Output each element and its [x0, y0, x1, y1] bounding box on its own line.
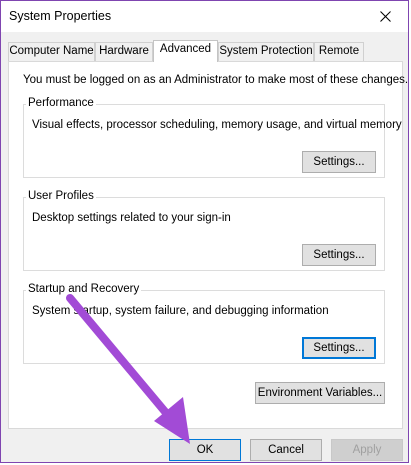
- cancel-button[interactable]: Cancel: [250, 439, 322, 461]
- user-profiles-group: User Profiles Desktop settings related t…: [23, 190, 385, 271]
- system-properties-window: System Properties Computer Name Hardware…: [0, 0, 409, 463]
- advanced-tab-panel: You must be logged on as an Administrato…: [8, 61, 408, 429]
- environment-variables-button[interactable]: Environment Variables...: [255, 382, 385, 404]
- tab-system-protection[interactable]: System Protection: [218, 42, 314, 61]
- tab-advanced[interactable]: Advanced: [153, 40, 218, 62]
- performance-settings-button[interactable]: Settings...: [302, 151, 376, 173]
- tab-hardware[interactable]: Hardware: [95, 42, 153, 61]
- startup-recovery-description: System startup, system failure, and debu…: [32, 305, 329, 317]
- performance-description: Visual effects, processor scheduling, me…: [32, 119, 402, 131]
- user-profiles-group-title: User Profiles: [26, 190, 96, 202]
- ok-button[interactable]: OK: [169, 439, 241, 461]
- tab-computer-name[interactable]: Computer Name: [8, 42, 95, 61]
- close-button[interactable]: [362, 1, 408, 32]
- startup-recovery-group-title: Startup and Recovery: [26, 283, 142, 295]
- startup-recovery-group: Startup and Recovery System startup, sys…: [23, 283, 385, 364]
- title-bar: System Properties: [1, 1, 408, 32]
- startup-recovery-settings-button[interactable]: Settings...: [302, 337, 376, 359]
- close-icon: [379, 11, 391, 22]
- window-title: System Properties: [9, 9, 112, 23]
- user-profiles-description: Desktop settings related to your sign-in: [32, 212, 231, 224]
- apply-button[interactable]: Apply: [331, 439, 403, 461]
- tab-remote[interactable]: Remote: [314, 42, 364, 61]
- user-profiles-settings-button[interactable]: Settings...: [302, 244, 376, 266]
- performance-group: Performance Visual effects, processor sc…: [23, 97, 402, 178]
- performance-group-title: Performance: [26, 97, 96, 109]
- admin-note: You must be logged on as an Administrato…: [23, 74, 409, 86]
